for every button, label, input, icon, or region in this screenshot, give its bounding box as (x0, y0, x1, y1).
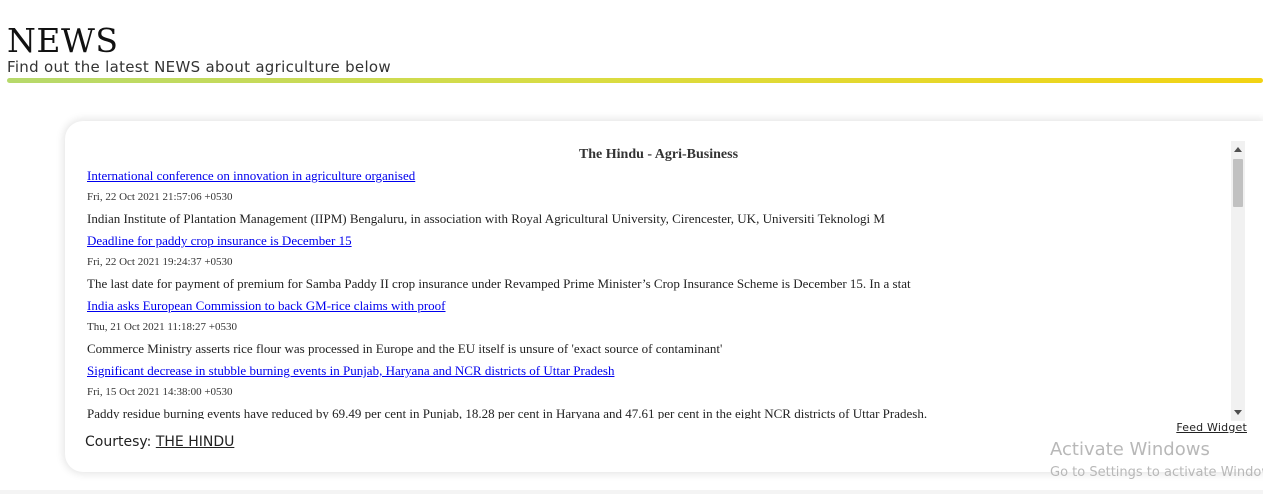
feed-item-description: Paddy residue burning events have reduce… (87, 406, 928, 419)
feed-item-link[interactable]: India asks European Commission to back G… (87, 295, 1262, 317)
page-title: NEWS (7, 21, 119, 60)
scroll-up-arrow-icon[interactable] (1234, 147, 1242, 152)
feed-item-link[interactable]: Significant decrease in stubble burning … (87, 360, 1262, 382)
feed-item-date: Fri, 15 Oct 2021 14:38:00 +0530 (87, 386, 233, 398)
feed-item-link[interactable]: International conference on innovation i… (87, 165, 1262, 187)
page-subtitle: Find out the latest NEWS about agricultu… (7, 58, 391, 76)
page-bottom-bar (0, 490, 1263, 494)
feed-item: International conference on innovation i… (87, 165, 1262, 230)
news-feed-card: The Hindu - Agri-Business International … (65, 121, 1263, 472)
header-divider (7, 78, 1263, 83)
feed-scrollbar[interactable] (1231, 141, 1245, 421)
scroll-thumb[interactable] (1233, 159, 1243, 207)
feed-item-description: The last date for payment of premium for… (87, 276, 911, 291)
courtesy-line: Courtesy: THE HINDU (85, 434, 234, 450)
scroll-down-arrow-icon[interactable] (1234, 410, 1242, 415)
feed-item-date: Fri, 22 Oct 2021 21:57:06 +0530 (87, 191, 233, 203)
feed-item-description: Indian Institute of Plantation Managemen… (87, 211, 885, 226)
feed-item: Deadline for paddy crop insurance is Dec… (87, 230, 1262, 295)
feed-list: International conference on innovation i… (87, 165, 1262, 419)
feed-scroll-area[interactable]: The Hindu - Agri-Business International … (87, 143, 1262, 419)
courtesy-label: Courtesy: (85, 434, 152, 450)
feed-item-description: Commerce Ministry asserts rice flour was… (87, 341, 723, 356)
courtesy-link[interactable]: THE HINDU (156, 434, 235, 450)
feed-item-link[interactable]: Deadline for paddy crop insurance is Dec… (87, 230, 1262, 252)
feed-item: Significant decrease in stubble burning … (87, 360, 1262, 419)
feed-widget-link[interactable]: Feed Widget (1176, 421, 1247, 434)
feed-item-date: Fri, 22 Oct 2021 19:24:37 +0530 (87, 256, 233, 268)
feed-title: The Hindu - Agri-Business (578, 147, 739, 162)
feed-item-date: Thu, 21 Oct 2021 11:18:27 +0530 (87, 321, 238, 333)
feed-item: India asks European Commission to back G… (87, 295, 1262, 360)
page-header: NEWS Find out the latest NEWS about agri… (7, 22, 1263, 83)
